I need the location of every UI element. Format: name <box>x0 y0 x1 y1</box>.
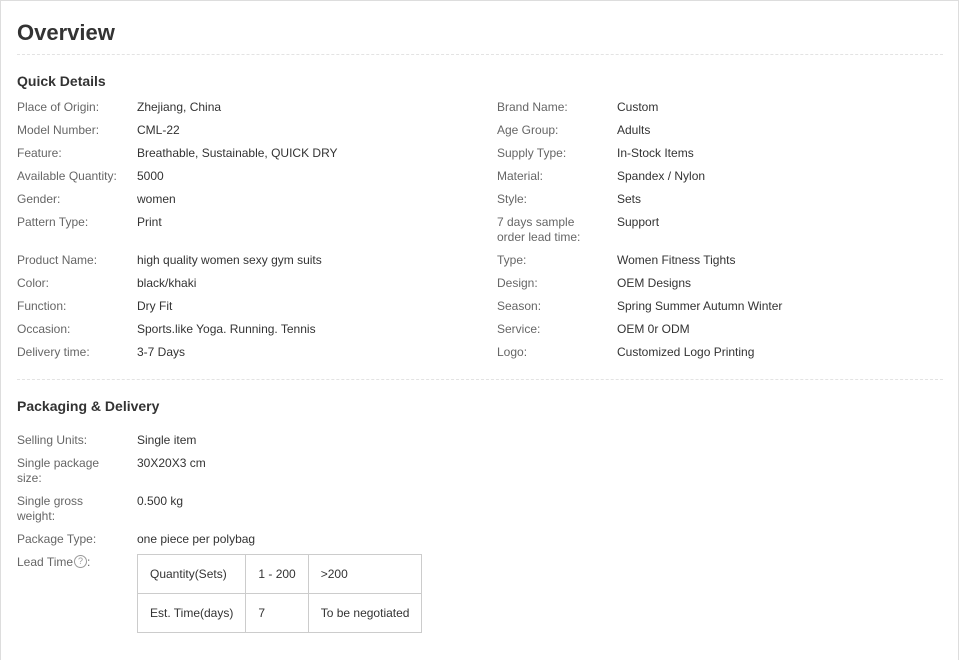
lead-time-table: Quantity(Sets) 1 - 200 >200 Est. Time(da… <box>136 554 423 633</box>
table-row: Quantity(Sets) 1 - 200 >200 <box>136 554 423 594</box>
detail-value: Adults <box>617 123 651 137</box>
divider <box>17 54 943 55</box>
detail-label: Logo: <box>497 345 528 359</box>
detail-label: Age Group: <box>497 123 559 137</box>
detail-label: Material: <box>497 169 544 183</box>
detail-value: black/khaki <box>137 276 197 290</box>
table-cell: To be negotiated <box>307 593 423 633</box>
lead-time-colon: : <box>87 555 91 569</box>
detail-value: Customized Logo Printing <box>617 345 755 359</box>
detail-value: Breathable, Sustainable, QUICK DRY <box>137 146 338 160</box>
detail-value: In-Stock Items <box>617 146 694 160</box>
detail-value: CML-22 <box>137 123 180 137</box>
detail-value: Print <box>137 215 162 229</box>
packaging-value: 0.500 kg <box>137 494 184 508</box>
detail-value: Spring Summer Autumn Winter <box>617 299 783 313</box>
table-cell: Quantity(Sets) <box>136 554 247 594</box>
detail-value: Sports.like Yoga. Running. Tennis <box>137 322 316 336</box>
detail-value: Support <box>617 215 660 229</box>
packaging-label: Package Type: <box>17 532 97 546</box>
detail-value: OEM 0r ODM <box>617 322 690 336</box>
detail-label: Feature: <box>17 146 62 160</box>
table-cell: 7 <box>245 593 309 633</box>
detail-label: Brand Name: <box>497 100 568 114</box>
packaging-label: Single gross weight: <box>17 494 84 523</box>
table-cell: Est. Time(days) <box>136 593 247 633</box>
lead-time-label-text: Lead Time <box>17 555 74 569</box>
table-cell: 1 - 200 <box>245 554 309 594</box>
detail-label: Color: <box>17 276 50 290</box>
detail-value: 3-7 Days <box>137 345 186 359</box>
detail-value: Dry Fit <box>137 299 173 313</box>
table-cell: >200 <box>307 554 423 594</box>
packaging-value: Single item <box>137 433 197 447</box>
detail-label: Supply Type: <box>497 146 567 160</box>
detail-value: Custom <box>617 100 659 114</box>
detail-label: Design: <box>497 276 538 290</box>
packaging-value: 30X20X3 cm <box>137 456 206 470</box>
detail-label: Season: <box>497 299 542 313</box>
packaging-label: Single package size: <box>17 456 100 485</box>
detail-label: Service: <box>497 322 541 336</box>
detail-label: Gender: <box>17 192 61 206</box>
detail-value: Spandex / Nylon <box>617 169 706 183</box>
detail-label: Delivery time: <box>17 345 90 359</box>
detail-value: 5000 <box>137 169 164 183</box>
detail-value: Sets <box>617 192 642 206</box>
quick-details-heading: Quick Details <box>17 73 106 89</box>
packaging-value: one piece per polybag <box>137 532 256 546</box>
divider <box>17 379 943 380</box>
detail-value: Zhejiang, China <box>137 100 222 114</box>
detail-label: Type: <box>497 253 527 267</box>
detail-label: Function: <box>17 299 67 313</box>
detail-value: Women Fitness Tights <box>617 253 736 267</box>
detail-label: Available Quantity: <box>17 169 117 183</box>
detail-label: Occasion: <box>17 322 71 336</box>
lead-time-label: Lead Time?: <box>17 555 129 570</box>
detail-label: Model Number: <box>17 123 100 137</box>
detail-label: Pattern Type: <box>17 215 89 229</box>
detail-label: Style: <box>497 192 528 206</box>
detail-value: women <box>137 192 176 206</box>
help-icon[interactable]: ? <box>74 555 88 569</box>
table-row: Est. Time(days) 7 To be negotiated <box>136 593 423 633</box>
packaging-heading: Packaging & Delivery <box>17 398 160 414</box>
detail-value: high quality women sexy gym suits <box>137 253 322 267</box>
detail-label: Place of Origin: <box>17 100 100 114</box>
packaging-label: Selling Units: <box>17 433 88 447</box>
page-title: Overview <box>17 20 115 45</box>
detail-label: 7 days sample order lead time: <box>497 215 581 244</box>
detail-label: Product Name: <box>17 253 98 267</box>
detail-value: OEM Designs <box>617 276 692 290</box>
